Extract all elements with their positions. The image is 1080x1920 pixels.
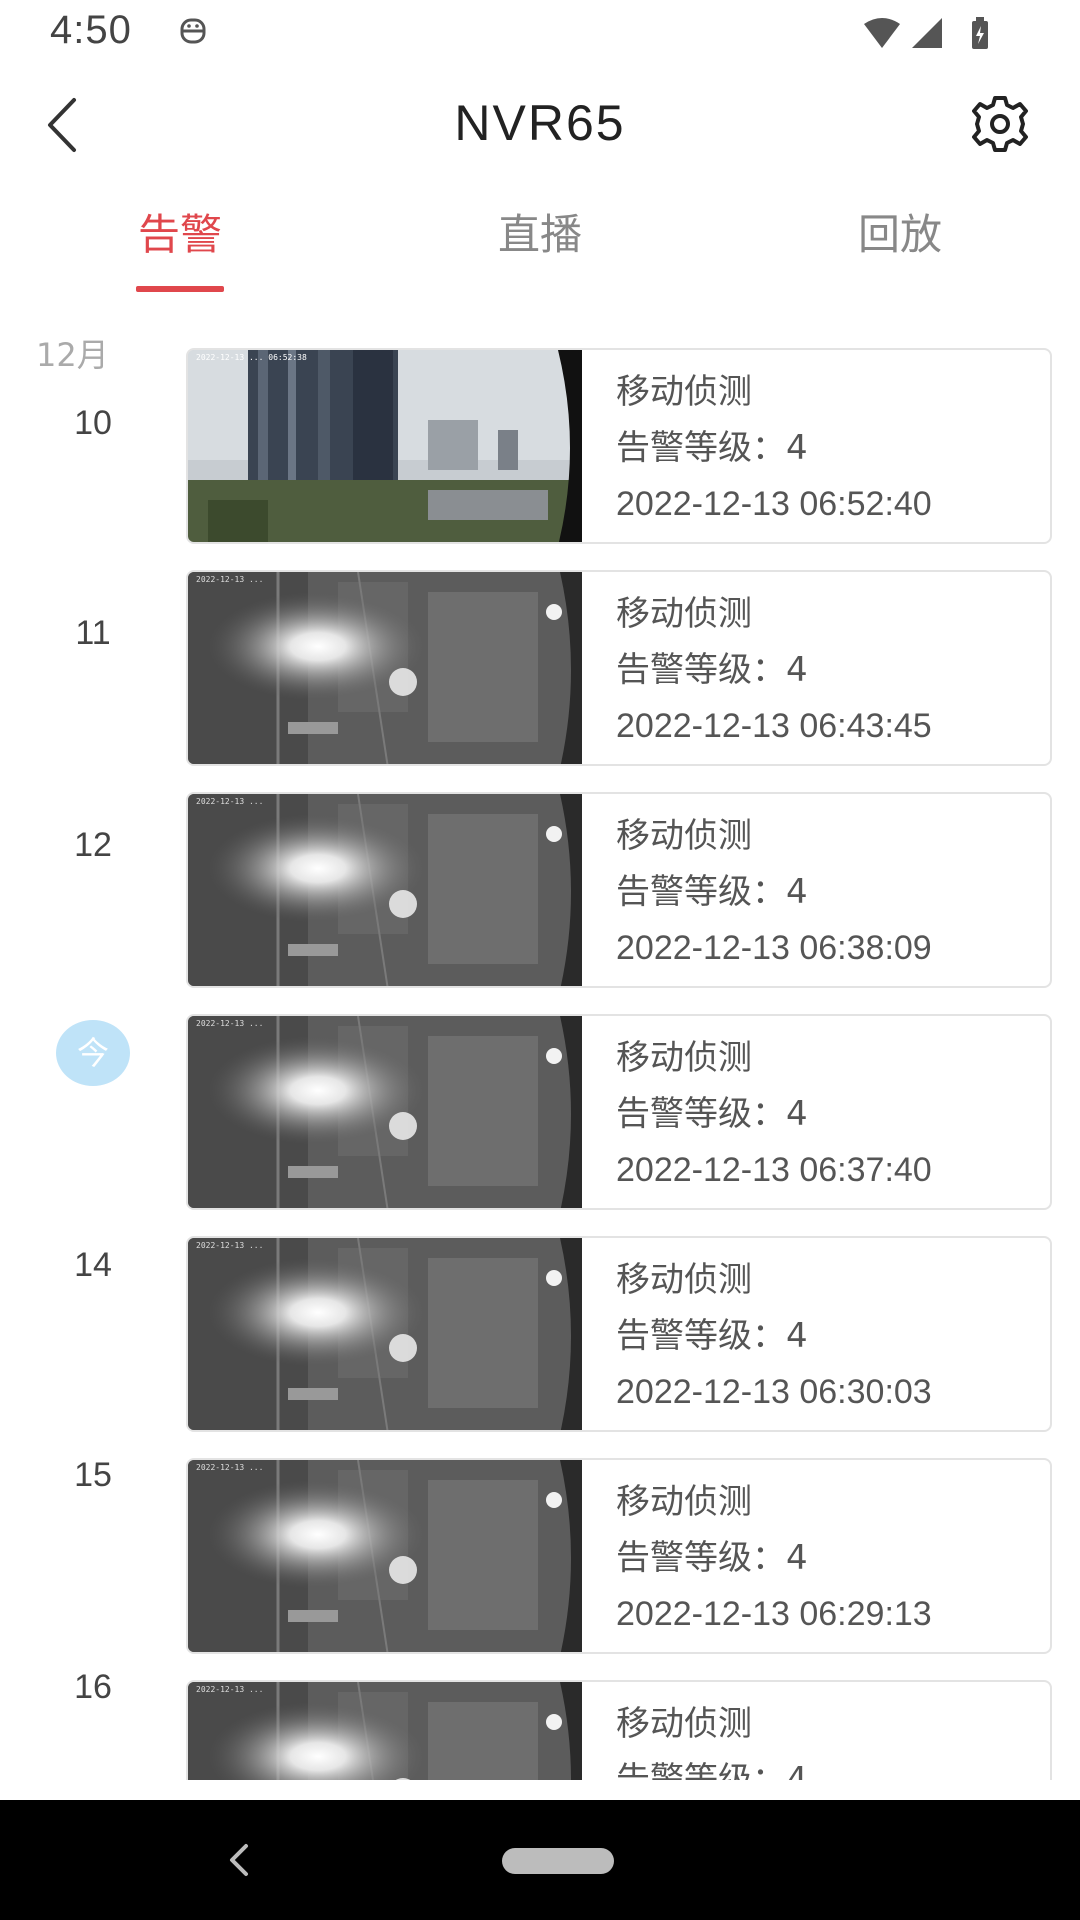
alert-level: 告警等级：4 bbox=[616, 428, 808, 468]
alert-info: 移动侦测 告警等级：4 2022-12-13 06:43:45 bbox=[616, 586, 932, 754]
tab-bar: 告警 直播 回放 bbox=[0, 200, 1080, 300]
tab-playback[interactable]: 回放 bbox=[800, 200, 1000, 294]
page-title: NVR65 bbox=[454, 95, 626, 151]
svg-text:2022-12-13 ...: 2022-12-13 ... bbox=[196, 1463, 263, 1472]
day-label: 10 bbox=[74, 404, 112, 442]
alert-info: 移动侦测 告警等级：4 2022-12-13 06:52:40 bbox=[616, 364, 932, 532]
alert-thumbnail: 2022-12-13 ... bbox=[188, 572, 582, 764]
battery-icon bbox=[972, 17, 988, 49]
alert-time: 2022-12-13 06:38:09 bbox=[616, 929, 932, 967]
tab-active-indicator bbox=[136, 286, 224, 292]
svg-text:2022-12-13 ...: 2022-12-13 ... bbox=[196, 575, 263, 584]
alert-type: 移动侦测 bbox=[616, 1260, 752, 1300]
notification-icon bbox=[180, 18, 206, 44]
alert-level: 告警等级：4 bbox=[616, 650, 808, 690]
status-icons bbox=[864, 17, 988, 49]
alert-type: 移动侦测 bbox=[616, 594, 752, 634]
alert-level: 告警等级：4 bbox=[616, 1538, 808, 1578]
day-label: 15 bbox=[74, 1456, 112, 1494]
alert-timeline[interactable]: 12月 10 11 12 今 14 15 16 2022-12-13 ... 0… bbox=[0, 320, 1080, 1780]
alert-type: 移动侦测 bbox=[616, 1704, 752, 1744]
alert-level: 告警等级：4 bbox=[616, 1316, 808, 1356]
day-label: 14 bbox=[74, 1246, 112, 1284]
alert-time: 2022-12-13 06:43:45 bbox=[616, 707, 932, 745]
alert-card[interactable]: 2022-12-13 ... 移动侦测 告警等级：4 2022-12-13 06… bbox=[186, 1014, 1052, 1210]
day-label: 11 bbox=[75, 614, 111, 652]
alert-time: 2022-12-13 06:37:40 bbox=[616, 1151, 932, 1189]
svg-text:2022-12-13 ...: 2022-12-13 ... bbox=[196, 797, 263, 806]
alert-level: 告警等级：4 bbox=[616, 1760, 808, 1780]
status-bar: 4:50 bbox=[0, 0, 1080, 70]
alert-type: 移动侦测 bbox=[616, 816, 752, 856]
alert-thumbnail: 2022-12-13 ... bbox=[188, 794, 582, 986]
wifi-icon bbox=[864, 18, 900, 48]
month-label: 12月 bbox=[36, 336, 109, 374]
signal-icon bbox=[912, 18, 942, 48]
tab-alarm[interactable]: 告警 bbox=[80, 200, 280, 294]
alert-card[interactable]: 2022-12-13 ... 移动侦测 告警等级：4 2022-12-13 06… bbox=[186, 1236, 1052, 1432]
svg-text:2022-12-13 ...: 2022-12-13 ... bbox=[196, 1241, 263, 1250]
alert-info: 移动侦测 告警等级：4 2022-12-13 06:29:13 bbox=[616, 1474, 932, 1642]
alert-time: 2022-12-13 06:52:40 bbox=[616, 485, 932, 523]
alert-thumbnail: 2022-12-13 ... 06:52:38 bbox=[188, 350, 582, 542]
svg-text:2022-12-13 ... 06:52:38: 2022-12-13 ... 06:52:38 bbox=[196, 353, 307, 362]
nav-back-icon[interactable] bbox=[222, 1836, 256, 1884]
app-header: NVR65 bbox=[0, 80, 1080, 170]
svg-text:2022-12-13 ...: 2022-12-13 ... bbox=[196, 1685, 263, 1694]
alert-thumbnail: 2022-12-13 ... bbox=[188, 1238, 582, 1430]
alert-type: 移动侦测 bbox=[616, 372, 752, 412]
alert-info: 移动侦测 告警等级：4 2022-12-13 06:37:40 bbox=[616, 1030, 932, 1198]
alert-card[interactable]: 2022-12-13 ... 06:52:38 移动侦测 告警等级：4 2022… bbox=[186, 348, 1052, 544]
alert-type: 移动侦测 bbox=[616, 1038, 752, 1078]
alert-time: 2022-12-13 06:30:03 bbox=[616, 1373, 932, 1411]
system-nav-bar bbox=[0, 1800, 1080, 1920]
alert-card[interactable]: 2022-12-13 ... 移动侦测 告警等级：4 2022-12-13 06… bbox=[186, 1458, 1052, 1654]
svg-text:2022-12-13 ...: 2022-12-13 ... bbox=[196, 1019, 263, 1028]
day-label: 12 bbox=[74, 826, 112, 864]
day-today-badge[interactable]: 今 bbox=[56, 1020, 130, 1086]
alert-card[interactable]: 2022-12-13 ... 移动侦测 告警等级：4 bbox=[186, 1680, 1052, 1780]
alert-info: 移动侦测 告警等级：4 2022-12-13 06:38:09 bbox=[616, 808, 932, 976]
gear-icon[interactable] bbox=[968, 92, 1032, 156]
alert-time: 2022-12-13 06:29:13 bbox=[616, 1595, 932, 1633]
alert-level: 告警等级：4 bbox=[616, 1094, 808, 1134]
alert-info: 移动侦测 告警等级：4 bbox=[616, 1696, 808, 1780]
home-pill-icon[interactable] bbox=[502, 1848, 614, 1874]
alert-card[interactable]: 2022-12-13 ... 移动侦测 告警等级：4 2022-12-13 06… bbox=[186, 792, 1052, 988]
alert-thumbnail: 2022-12-13 ... bbox=[188, 1682, 582, 1780]
tab-live[interactable]: 直播 bbox=[440, 200, 640, 294]
alert-thumbnail: 2022-12-13 ... bbox=[188, 1016, 582, 1208]
day-label: 16 bbox=[74, 1668, 112, 1706]
alert-card[interactable]: 2022-12-13 ... 移动侦测 告警等级：4 2022-12-13 06… bbox=[186, 570, 1052, 766]
alert-info: 移动侦测 告警等级：4 2022-12-13 06:30:03 bbox=[616, 1252, 932, 1420]
alert-thumbnail: 2022-12-13 ... bbox=[188, 1460, 582, 1652]
alert-type: 移动侦测 bbox=[616, 1482, 752, 1522]
alert-level: 告警等级：4 bbox=[616, 872, 808, 912]
status-time: 4:50 bbox=[50, 8, 132, 52]
